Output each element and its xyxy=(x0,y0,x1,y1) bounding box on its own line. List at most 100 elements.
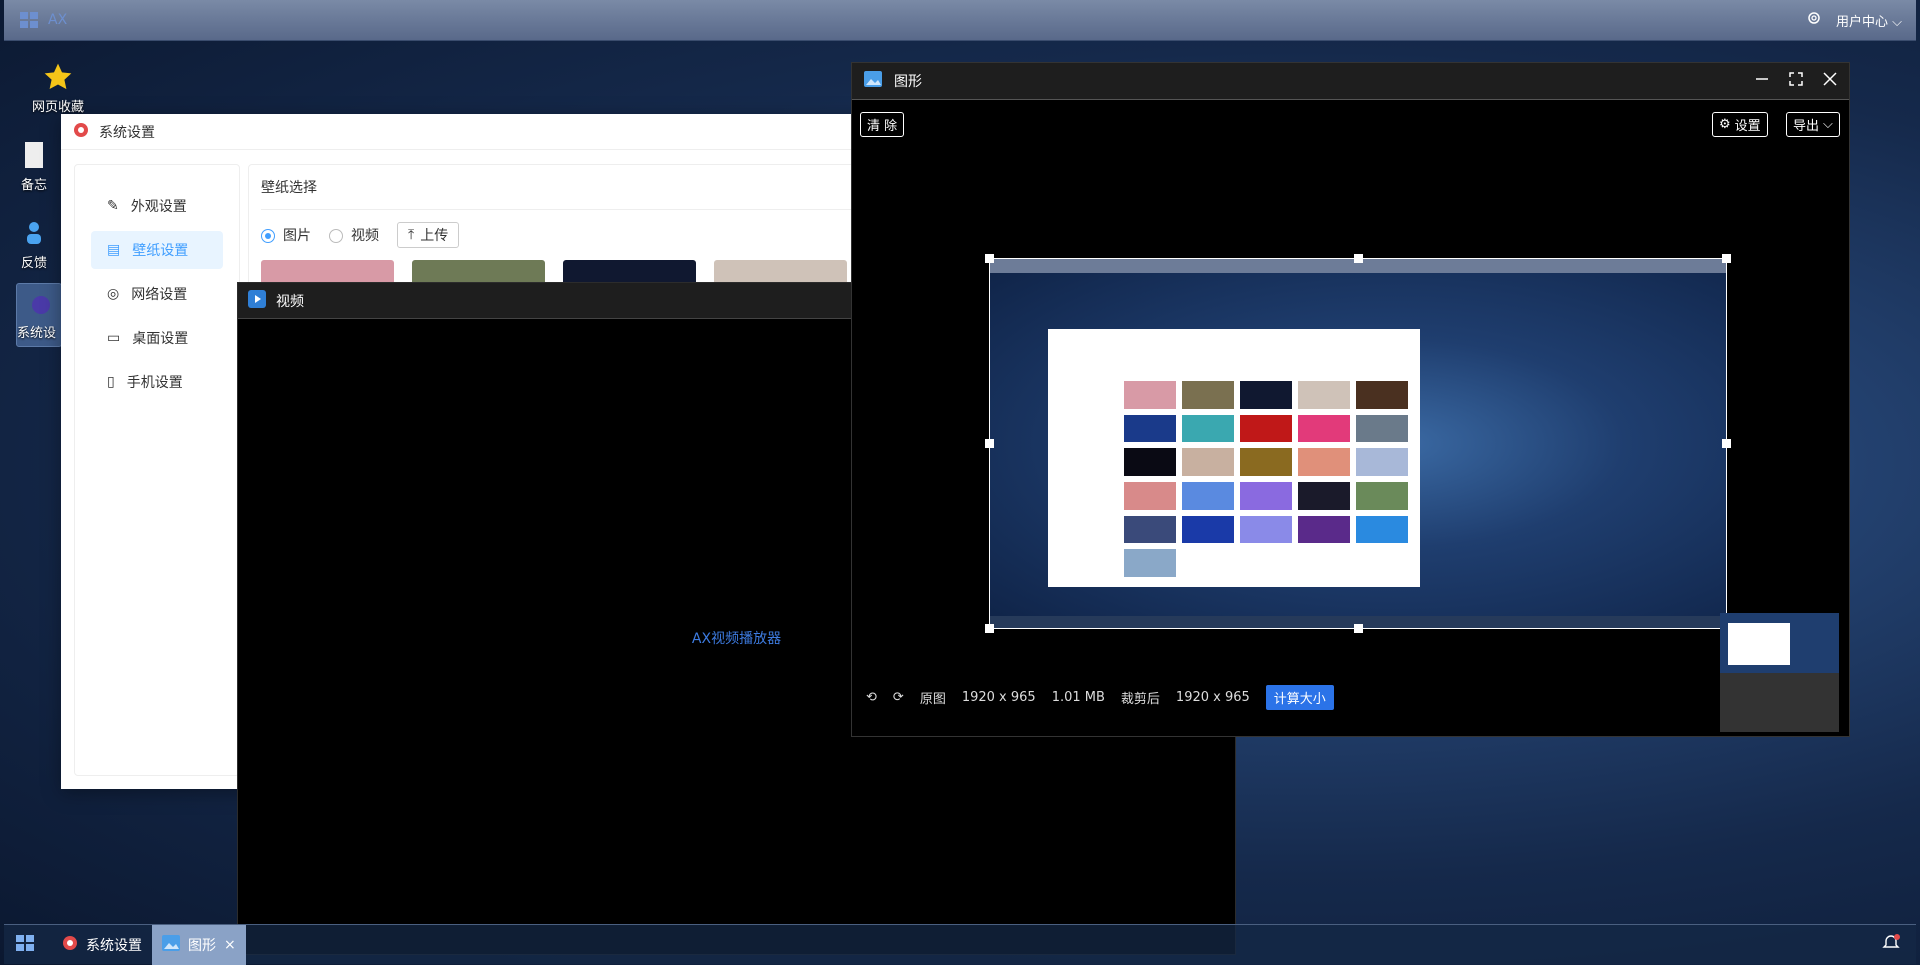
maximize-icon[interactable] xyxy=(1789,72,1803,90)
preview-thumb xyxy=(1240,448,1292,476)
preview-thumb xyxy=(1298,381,1350,409)
export-button[interactable]: 导出 ⌵ xyxy=(1786,112,1840,137)
menu-label: 壁纸设置 xyxy=(132,243,189,259)
crop-handle[interactable] xyxy=(1354,254,1363,263)
preview-thumb xyxy=(1182,481,1234,510)
start-icon[interactable] xyxy=(14,933,38,957)
crop-area[interactable] xyxy=(985,254,1731,633)
window-title: 系统设置 xyxy=(99,124,155,141)
minimap-preview xyxy=(1720,613,1839,673)
person-icon xyxy=(4,216,64,250)
ax-logo-icon[interactable] xyxy=(18,10,42,30)
screenshot-preview xyxy=(990,259,1726,628)
monitor-icon: ▭ xyxy=(107,330,121,346)
gear-icon: ⚙ xyxy=(1719,117,1731,132)
preview-thumb xyxy=(1356,515,1408,544)
desktop-icon-label: 反馈 xyxy=(20,256,47,271)
star-icon xyxy=(18,60,98,94)
upload-icon: ⤒ xyxy=(408,227,415,243)
system-icon xyxy=(17,290,61,320)
clear-label: 清 除 xyxy=(867,119,898,134)
crop-handle[interactable] xyxy=(1354,624,1363,633)
minimap[interactable] xyxy=(1720,613,1839,732)
image-info-bar: ⟲ ⟳ 原图 1920 x 965 1.01 MB 裁剪后 1920 x 965… xyxy=(866,685,1334,710)
settings-app-icon xyxy=(62,935,78,955)
phone-icon: ▯ xyxy=(107,374,115,390)
video-app-icon xyxy=(248,289,266,312)
menu-wallpaper[interactable]: ▤ 壁纸设置 xyxy=(91,231,223,269)
export-label: 导出 xyxy=(1793,119,1820,134)
preview-thumb xyxy=(1298,481,1350,510)
preview-thumb xyxy=(1298,414,1350,443)
upload-button[interactable]: ⤒ 上传 xyxy=(397,222,460,248)
cropped-size: 1920 x 965 xyxy=(1175,690,1250,705)
cropped-label: 裁剪后 xyxy=(1120,692,1160,707)
rotate-left-icon[interactable]: ⟲ xyxy=(866,690,877,705)
rotate-right-icon[interactable]: ⟳ xyxy=(893,690,904,705)
taskbar: 系统设置 图形 × xyxy=(4,924,1916,965)
brush-icon: ✎ xyxy=(107,198,119,214)
window-title: 图形 xyxy=(894,74,922,90)
radio-image[interactable]: 图片 xyxy=(261,225,311,245)
image-app-icon xyxy=(162,934,180,955)
preview-thumb xyxy=(1124,515,1176,544)
crop-handle[interactable] xyxy=(1722,254,1731,263)
settings-sidebar: ✎ 外观设置 ▤ 壁纸设置 ◎ 网络设置 ▭ 桌面设置 ▯ 手机设置 xyxy=(74,164,240,776)
desktop-icon-system[interactable]: 系统设 xyxy=(16,283,62,347)
preview-thumb xyxy=(1356,481,1408,510)
user-center-label: 用户中心 xyxy=(1835,14,1888,30)
settings-label: 设置 xyxy=(1734,119,1761,134)
window-titlebar[interactable]: 系统设置 xyxy=(61,114,881,150)
desktop-icon-bookmarks[interactable]: 网页收藏 xyxy=(18,60,98,115)
gear-icon[interactable] xyxy=(1806,10,1822,30)
crop-handle[interactable] xyxy=(985,254,994,263)
crop-handle[interactable] xyxy=(1722,439,1731,448)
window-titlebar[interactable]: 图形 xyxy=(852,63,1849,100)
calc-size-button[interactable]: 计算大小 xyxy=(1265,685,1334,710)
menu-network[interactable]: ◎ 网络设置 xyxy=(91,275,223,313)
image-app-icon xyxy=(864,71,882,91)
taskbar-item-image[interactable]: 图形 × xyxy=(152,924,246,965)
preview-thumb xyxy=(1124,481,1176,510)
crop-handle[interactable] xyxy=(985,624,994,633)
menu-phone[interactable]: ▯ 手机设置 xyxy=(91,363,223,401)
preview-settings-window xyxy=(1048,329,1420,587)
menu-desktop[interactable]: ▭ 桌面设置 xyxy=(91,319,223,357)
minimize-icon[interactable] xyxy=(1755,72,1769,90)
taskbar-item-settings[interactable]: 系统设置 xyxy=(52,925,152,965)
radio-video[interactable]: 视频 xyxy=(329,225,379,245)
globe-icon: ◎ xyxy=(107,286,120,302)
preview-thumb xyxy=(1124,448,1176,476)
radio-label: 图片 xyxy=(283,228,311,244)
menu-label: 网络设置 xyxy=(131,287,188,303)
minimap-window xyxy=(1728,623,1790,665)
desktop-icon-memo[interactable]: 备忘 xyxy=(4,138,64,193)
preview-thumb xyxy=(1124,381,1176,409)
original-label: 原图 xyxy=(919,692,946,707)
menu-label: 桌面设置 xyxy=(132,331,189,347)
user-center-menu[interactable]: 用户中心 ⌵ xyxy=(1836,11,1902,30)
upload-label: 上传 xyxy=(420,228,449,244)
menu-label: 外观设置 xyxy=(130,199,187,215)
menu-label: 手机设置 xyxy=(126,375,183,391)
preview-thumb xyxy=(1298,515,1350,544)
crop-handle[interactable] xyxy=(985,439,994,448)
clear-button[interactable]: 清 除 xyxy=(860,112,905,137)
radio-dot xyxy=(261,229,275,243)
chart-icon: ▤ xyxy=(107,242,121,258)
preview-thumb xyxy=(1124,414,1176,443)
close-icon[interactable] xyxy=(1823,72,1837,90)
menu-appearance[interactable]: ✎ 外观设置 xyxy=(91,187,223,225)
settings-button[interactable]: ⚙ 设置 xyxy=(1712,112,1768,137)
taskbar-label: 系统设置 xyxy=(86,937,142,954)
desktop-icon-feedback[interactable]: 反馈 xyxy=(4,216,64,271)
bell-icon[interactable] xyxy=(1882,933,1900,956)
preview-thumb xyxy=(1356,414,1408,443)
chevron-down-icon: ⌵ xyxy=(1892,14,1902,30)
taskbar-label: 图形 xyxy=(188,937,216,954)
desktop-icon-label: 备忘 xyxy=(20,178,47,193)
close-icon[interactable]: × xyxy=(224,937,236,953)
section-title: 壁纸选择 xyxy=(261,177,865,210)
image-window: 图形 清 除 ⚙ 设置 导出 ⌵ ⟲ ⟳ 原图 1920 x 965 1.01 MB… xyxy=(851,62,1850,737)
preview-thumb xyxy=(1182,448,1234,476)
